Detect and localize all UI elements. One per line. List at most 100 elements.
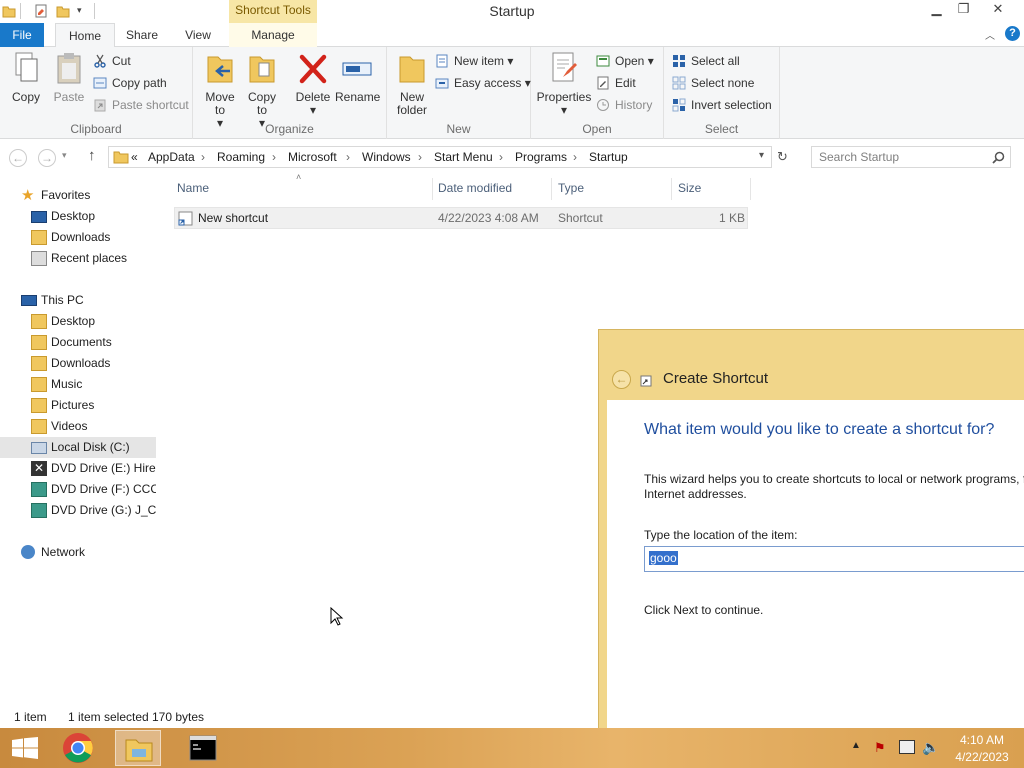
- copy-path-button[interactable]: Copy path: [93, 73, 167, 93]
- clock-date[interactable]: 4/22/2023: [950, 750, 1014, 764]
- organize-group: Move to ▾ Copy to ▾ Delete ▾ Rename Orga…: [193, 47, 387, 139]
- paste-shortcut-button[interactable]: Paste shortcut: [93, 95, 189, 115]
- address-history-dropdown-icon[interactable]: ▾: [759, 150, 764, 161]
- up-arrow-icon[interactable]: ↑: [88, 147, 96, 164]
- nav-pc-music[interactable]: Music: [31, 374, 156, 395]
- move-to-button[interactable]: Move to ▾: [201, 51, 239, 130]
- paste-button[interactable]: Paste: [50, 51, 88, 104]
- new-folder-qat-icon[interactable]: [56, 4, 70, 18]
- breadcrumb-separator-icon[interactable]: ›: [573, 150, 577, 164]
- videos-folder-icon: [31, 419, 47, 434]
- rename-button[interactable]: Rename: [335, 51, 380, 104]
- nav-pc-dvd-f[interactable]: DVD Drive (F:) CCCC: [31, 479, 156, 500]
- title-bar: ▾ Shortcut Tools Startup ▁ ❐ ✕: [0, 0, 1024, 23]
- move-to-icon: [207, 56, 233, 83]
- back-arrow-icon[interactable]: ←: [9, 149, 27, 167]
- taskbar-file-explorer[interactable]: [115, 730, 161, 766]
- copy-to-button[interactable]: Copy to ▾: [243, 51, 281, 130]
- column-header-size[interactable]: Size: [678, 181, 701, 195]
- breadcrumb-separator-icon[interactable]: ›: [418, 150, 422, 164]
- tab-view[interactable]: View: [176, 23, 220, 47]
- column-divider[interactable]: [671, 178, 672, 200]
- select-all-button[interactable]: Select all: [672, 51, 740, 71]
- minimize-button[interactable]: ▁: [923, 0, 950, 19]
- breadcrumb-microsoft[interactable]: Microsoft: [288, 150, 337, 164]
- address-bar[interactable]: « AppData › Roaming › Microsoft › Window…: [108, 146, 772, 168]
- tab-home[interactable]: Home: [55, 23, 115, 48]
- tab-file[interactable]: File: [0, 23, 44, 47]
- nav-pc-desktop[interactable]: Desktop: [31, 311, 156, 332]
- invert-selection-icon: [672, 98, 686, 112]
- file-row[interactable]: New shortcut 4/22/2023 4:08 AM Shortcut …: [174, 207, 748, 229]
- nav-network[interactable]: Network: [21, 542, 151, 563]
- breadcrumb-overflow[interactable]: «: [131, 150, 138, 164]
- recent-locations-icon[interactable]: ▾: [62, 150, 67, 161]
- delete-button[interactable]: Delete ▾: [292, 51, 334, 117]
- show-hidden-icons-icon[interactable]: ▲: [851, 740, 861, 751]
- nav-pc-dvd-g[interactable]: DVD Drive (G:) J_CEN: [31, 500, 156, 521]
- breadcrumb-separator-icon[interactable]: ›: [346, 150, 350, 164]
- nav-pc-documents[interactable]: Documents: [31, 332, 156, 353]
- nav-favorites[interactable]: ★ Favorites: [21, 185, 151, 206]
- search-input[interactable]: Search Startup: [811, 146, 1011, 168]
- refresh-icon[interactable]: ↻: [777, 149, 788, 165]
- nav-this-pc[interactable]: This PC: [21, 290, 151, 311]
- column-divider[interactable]: [551, 178, 552, 200]
- breadcrumb-separator-icon[interactable]: ›: [201, 150, 205, 164]
- column-header-type[interactable]: Type: [558, 181, 584, 195]
- column-divider[interactable]: [750, 178, 751, 200]
- history-button[interactable]: History: [596, 95, 652, 115]
- breadcrumb-appdata[interactable]: AppData: [148, 150, 195, 164]
- nav-fav-downloads[interactable]: Downloads: [31, 227, 156, 248]
- nav-pc-pictures[interactable]: Pictures: [31, 395, 156, 416]
- breadcrumb-start-menu[interactable]: Start Menu: [434, 150, 493, 164]
- new-group: New folder New item ▾ Easy access ▾ New: [387, 47, 531, 139]
- open-button[interactable]: Open ▾: [596, 51, 654, 71]
- nav-pc-local-disk[interactable]: Local Disk (C:): [0, 437, 156, 458]
- breadcrumb-roaming[interactable]: Roaming: [217, 150, 265, 164]
- nav-pc-videos[interactable]: Videos: [31, 416, 156, 437]
- start-button[interactable]: [2, 730, 48, 766]
- column-header-date[interactable]: Date modified: [438, 181, 512, 195]
- breadcrumb-programs[interactable]: Programs: [515, 150, 567, 164]
- mouse-cursor-icon: [330, 607, 344, 626]
- action-center-flag-icon[interactable]: ⚑: [874, 740, 890, 755]
- edit-button[interactable]: Edit: [596, 73, 636, 93]
- new-folder-button[interactable]: New folder: [393, 51, 431, 117]
- tab-manage[interactable]: Manage: [229, 23, 317, 47]
- taskbar-chrome[interactable]: [55, 730, 101, 766]
- help-icon[interactable]: ?: [1005, 26, 1020, 41]
- invert-selection-button[interactable]: Invert selection: [672, 95, 772, 115]
- copy-button[interactable]: Copy: [6, 51, 46, 104]
- breadcrumb-separator-icon[interactable]: ›: [499, 150, 503, 164]
- volume-muted-icon[interactable]: 🔈: [922, 739, 939, 756]
- new-item-button[interactable]: New item ▾: [435, 51, 513, 71]
- customize-qat-icon[interactable]: ▾: [77, 5, 82, 16]
- column-divider[interactable]: [432, 178, 433, 200]
- easy-access-button[interactable]: Easy access ▾: [435, 73, 531, 93]
- close-button[interactable]: ✕: [977, 0, 1019, 19]
- column-header-name[interactable]: Name: [177, 181, 209, 195]
- restore-button[interactable]: ❐: [950, 0, 977, 19]
- breadcrumb-windows[interactable]: Windows: [362, 150, 411, 164]
- nav-pc-dvd-e[interactable]: ✕ DVD Drive (E:) Hiren: [31, 458, 156, 479]
- network-status-icon[interactable]: [899, 740, 915, 754]
- nav-pc-downloads[interactable]: Downloads: [31, 353, 156, 374]
- back-arrow-icon[interactable]: ←: [612, 370, 631, 389]
- cut-button[interactable]: Cut: [93, 51, 131, 71]
- clock-time[interactable]: 4:10 AM: [950, 733, 1014, 747]
- properties-button[interactable]: Properties ▾: [536, 51, 592, 117]
- minimize-ribbon-icon[interactable]: ︿: [985, 27, 995, 42]
- breadcrumb-startup[interactable]: Startup: [589, 150, 628, 164]
- select-none-button[interactable]: Select none: [672, 73, 754, 93]
- taskbar-command-prompt[interactable]: [180, 730, 226, 766]
- nav-fav-recent-places[interactable]: Recent places: [31, 248, 156, 269]
- forward-arrow-icon[interactable]: →: [38, 149, 56, 167]
- search-icon[interactable]: [992, 151, 1005, 164]
- properties-qat-icon[interactable]: [34, 4, 48, 18]
- location-input[interactable]: gooo: [644, 546, 1024, 572]
- breadcrumb-separator-icon[interactable]: ›: [272, 150, 276, 164]
- tab-share[interactable]: Share: [118, 23, 166, 47]
- location-input-value: gooo: [649, 551, 678, 565]
- nav-fav-desktop[interactable]: Desktop: [31, 206, 156, 227]
